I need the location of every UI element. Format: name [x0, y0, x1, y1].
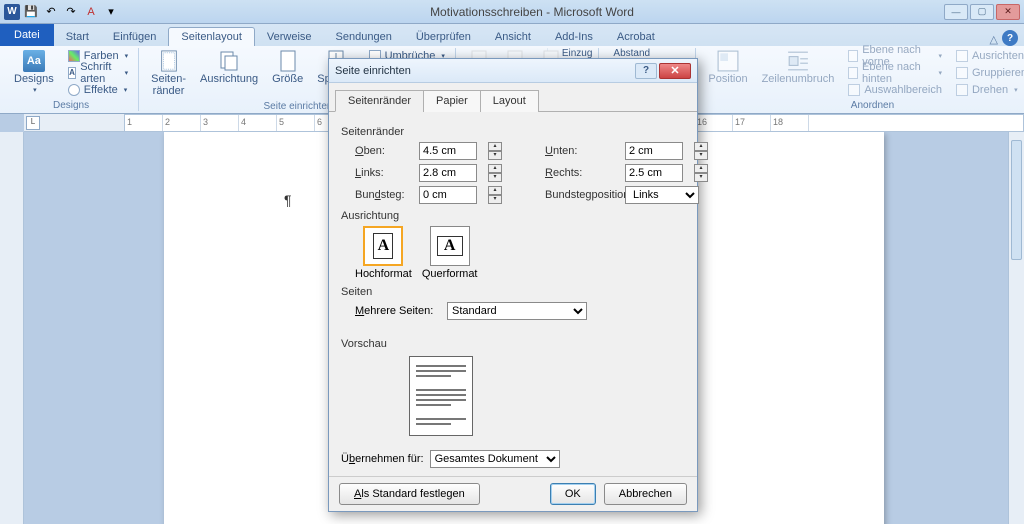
vertical-ruler[interactable]: [0, 132, 24, 524]
section-margins-label: Seitenränder: [341, 126, 685, 138]
size-button[interactable]: Größe: [268, 48, 307, 87]
dialog-titlebar[interactable]: Seite einrichten ? ✕: [329, 59, 697, 83]
multi-pages-label: Mehrere Seiten:: [355, 305, 439, 317]
redo-icon[interactable]: ↷: [62, 3, 80, 21]
margins-button[interactable]: Seiten- ränder: [147, 48, 190, 99]
align-button[interactable]: Ausrichten▾: [952, 48, 1024, 64]
apply-select[interactable]: Gesamtes Dokument: [430, 450, 560, 468]
tab-einfuegen[interactable]: Einfügen: [101, 28, 168, 46]
left-spinner[interactable]: ▴▾: [488, 164, 509, 182]
group-button[interactable]: Gruppieren▾: [952, 65, 1024, 81]
close-button[interactable]: ✕: [996, 4, 1020, 20]
dialog-help-button[interactable]: ?: [635, 63, 657, 79]
dialog-tab-paper[interactable]: Papier: [423, 90, 481, 112]
gutterpos-select[interactable]: Links: [625, 186, 699, 204]
right-spinner[interactable]: ▴▾: [694, 164, 715, 182]
undo-icon[interactable]: ↶: [42, 3, 60, 21]
gutter-input[interactable]: [419, 186, 477, 204]
file-tab[interactable]: Datei: [0, 24, 54, 46]
dialog-tabs: Seitenränder Papier Layout: [329, 83, 697, 112]
page-setup-dialog: Seite einrichten ? ✕ Seitenränder Papier…: [328, 58, 698, 512]
cancel-button[interactable]: Abbrechen: [604, 483, 687, 505]
position-button[interactable]: Position: [704, 48, 751, 87]
group-designs: Aa Designs ▾ Farben▾ ASchrift arten▾ Eff…: [4, 48, 139, 111]
top-input[interactable]: [419, 142, 477, 160]
scrollbar-thumb[interactable]: [1011, 140, 1022, 260]
minimize-button[interactable]: —: [944, 4, 968, 20]
apply-label: Übernehmen für:: [341, 453, 424, 465]
tab-seitenlayout[interactable]: Seitenlayout: [168, 27, 255, 46]
set-default-button[interactable]: Als Standard festlegen: [339, 483, 480, 505]
top-label: Oben:: [355, 145, 419, 157]
ok-button[interactable]: OK: [550, 483, 596, 505]
window-title: Motivationsschreiben - Microsoft Word: [120, 5, 944, 19]
tab-addins[interactable]: Add-Ins: [543, 28, 605, 46]
tab-ueberpruefen[interactable]: Überprüfen: [404, 28, 483, 46]
help-icon[interactable]: ?: [1002, 30, 1018, 46]
left-input[interactable]: [419, 164, 477, 182]
tab-sendungen[interactable]: Sendungen: [324, 28, 404, 46]
dialog-title: Seite einrichten: [335, 65, 635, 77]
qat-dropdown-icon[interactable]: ▾: [102, 3, 120, 21]
fonts-button[interactable]: ASchrift arten▾: [64, 65, 132, 81]
tab-start[interactable]: Start: [54, 28, 101, 46]
font-color-icon[interactable]: A: [82, 3, 100, 21]
section-pages-label: Seiten: [341, 286, 685, 298]
gutter-spinner[interactable]: ▴▾: [488, 186, 509, 204]
top-spinner[interactable]: ▴▾: [488, 142, 509, 160]
portrait-button[interactable]: A Hochformat: [355, 226, 412, 280]
dialog-tab-margins[interactable]: Seitenränder: [335, 90, 424, 112]
wrap-button[interactable]: Zeilenumbruch: [758, 48, 839, 87]
save-icon[interactable]: 💾: [22, 3, 40, 21]
dialog-close-button[interactable]: ✕: [659, 63, 691, 79]
minimize-ribbon-icon[interactable]: △: [990, 33, 998, 46]
quick-access-toolbar: W 💾 ↶ ↷ A ▾: [4, 3, 120, 21]
effects-button[interactable]: Effekte▾: [64, 82, 132, 98]
tab-acrobat[interactable]: Acrobat: [605, 28, 667, 46]
selection-pane-button[interactable]: Auswahlbereich: [844, 82, 946, 98]
rotate-button[interactable]: Drehen▾: [952, 82, 1024, 98]
preview-box: [409, 356, 473, 436]
restore-button[interactable]: ▢: [970, 4, 994, 20]
section-orientation-label: Ausrichtung: [341, 210, 685, 222]
orientation-button[interactable]: Ausrichtung: [196, 48, 262, 87]
left-label: Links:: [355, 167, 419, 179]
landscape-button[interactable]: A Querformat: [422, 226, 478, 280]
right-label: Rechts:: [545, 167, 625, 179]
gutter-label: Bundsteg:: [355, 189, 419, 201]
bottom-label: Unten:: [545, 145, 625, 157]
send-backward-button[interactable]: Ebene nach hinten▾: [844, 65, 946, 81]
bottom-input[interactable]: [625, 142, 683, 160]
dialog-tab-layout[interactable]: Layout: [480, 90, 539, 112]
tab-ansicht[interactable]: Ansicht: [483, 28, 543, 46]
section-preview-label: Vorschau: [341, 338, 685, 350]
bottom-spinner[interactable]: ▴▾: [694, 142, 715, 160]
paragraph-mark: ¶: [284, 192, 292, 208]
right-input[interactable]: [625, 164, 683, 182]
word-icon: W: [4, 4, 20, 20]
gutterpos-label: Bundstegposition:: [545, 189, 625, 201]
group-arrange: Position Zeilenumbruch Ebene nach vorne▾…: [698, 48, 1024, 111]
vertical-scrollbar[interactable]: [1008, 132, 1024, 524]
tab-selector[interactable]: L: [26, 116, 40, 130]
designs-button[interactable]: Aa Designs ▾: [10, 48, 58, 96]
multi-pages-select[interactable]: Standard: [447, 302, 587, 320]
ribbon-tabs: Datei Start Einfügen Seitenlayout Verwei…: [0, 24, 1024, 46]
title-bar: W 💾 ↶ ↷ A ▾ Motivationsschreiben - Micro…: [0, 0, 1024, 24]
tab-verweise[interactable]: Verweise: [255, 28, 324, 46]
